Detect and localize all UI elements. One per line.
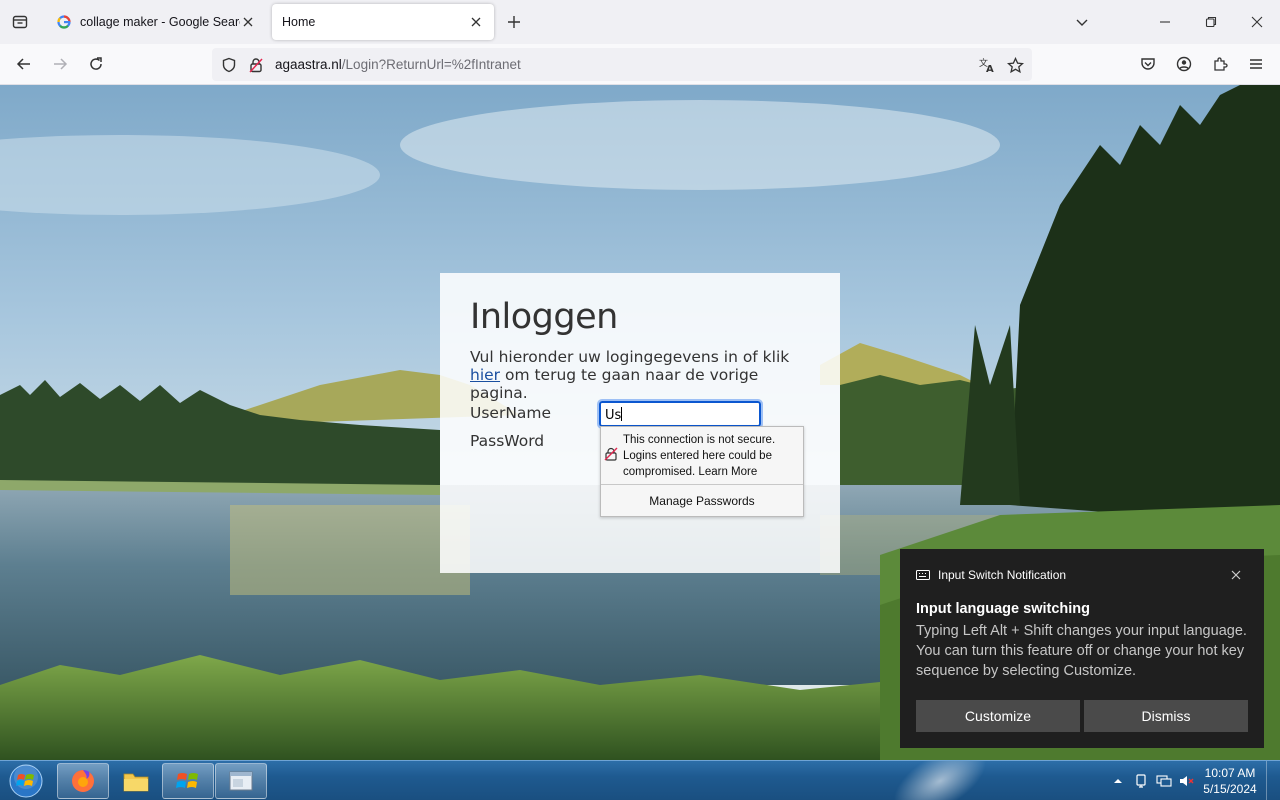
tab-home[interactable]: Home [272,4,494,40]
learn-more-link[interactable]: Learn More [698,466,757,478]
taskbar-windows-app[interactable] [162,763,214,799]
volume-muted-icon[interactable] [1179,773,1195,789]
pocket-button[interactable] [1134,50,1162,78]
username-label: UserName [470,404,552,422]
clock-date: 5/15/2024 [1203,782,1257,796]
window-app-icon [229,771,253,791]
insecure-lock-icon[interactable] [246,55,266,75]
tab-google-search[interactable]: collage maker - Google Search [46,4,266,40]
keyboard-icon [916,570,930,580]
intro-text-end: om terug te gaan naar de vorige pagina. [470,366,759,402]
menu-button[interactable] [1242,50,1270,78]
tab-list-icon [12,15,28,29]
taskbar-window-app[interactable] [215,763,267,799]
chevron-up-icon [1114,779,1122,783]
close-tab-icon[interactable] [468,14,484,30]
tab-bar: collage maker - Google Search Home [0,0,1280,44]
minimize-icon [1160,21,1170,23]
page-title: Inloggen [470,297,618,337]
file-explorer-icon [123,773,149,792]
close-tab-icon[interactable] [240,14,256,30]
windows-flag-icon [176,773,198,788]
url-path: /Login?ReturnUrl=%2fIntranet [341,57,521,72]
text-caret [621,407,623,421]
close-icon [1251,16,1263,28]
shield-icon[interactable] [219,55,239,75]
svg-text:A: A [986,64,994,74]
taskbar-file-explorer[interactable] [110,763,162,799]
chevron-down-icon [1076,19,1088,26]
account-icon [1176,56,1192,72]
network-icon[interactable] [1156,773,1172,789]
google-g-icon [56,14,72,30]
login-intro-text: Vul hieronder uw logingegevens in of kli… [470,348,820,402]
username-value: Us [605,408,622,423]
dismiss-button[interactable]: Dismiss [1084,700,1248,732]
close-notification-button[interactable] [1228,567,1244,583]
list-all-tabs-button[interactable] [1059,0,1105,44]
arrow-right-icon [54,58,68,70]
arrow-left-icon [16,58,30,70]
close-window-button[interactable] [1234,0,1280,44]
tab-title: collage maker - Google Search [80,15,240,29]
bookmark-star-icon[interactable] [1005,55,1025,75]
password-label: PassWord [470,432,545,450]
insecure-login-warning[interactable]: This connection is not secure. Logins en… [601,427,803,484]
customize-button[interactable]: Customize [916,700,1080,732]
show-hidden-icons-button[interactable] [1110,773,1126,789]
windows-start-orb-icon [9,764,43,798]
translate-icon[interactable]: 文A [977,55,997,75]
notification-body: Typing Left Alt + Shift changes your inp… [916,623,1247,679]
back-button[interactable] [10,50,38,78]
pocket-icon [1141,58,1155,70]
manage-passwords-button[interactable]: Manage Passwords [601,485,803,516]
forward-button[interactable] [46,50,74,78]
start-button[interactable] [6,762,46,800]
clock-time: 10:07 AM [1204,766,1256,780]
restore-button[interactable] [1188,0,1234,44]
restore-icon [1205,16,1217,28]
intro-text-start: Vul hieronder uw logingegevens in of kli… [470,348,790,366]
new-tab-button[interactable] [502,10,526,34]
notification-header: Input Switch Notification [916,568,1066,582]
tab-list-button[interactable] [0,0,40,44]
firefox-icon [72,770,94,792]
reload-button[interactable] [82,50,110,78]
back-link[interactable]: hier [470,366,500,384]
notification-app-name: Input Switch Notification [938,568,1067,582]
account-button[interactable] [1170,50,1198,78]
tab-title: Home [282,15,316,29]
taskbar: 10:07 AM 5/15/2024 [0,760,1280,800]
taskbar-clock[interactable]: 10:07 AM 5/15/2024 [1198,765,1262,797]
notification-title: Input language switching [916,601,1090,617]
close-icon [1231,570,1241,580]
puzzle-piece-icon [1214,57,1228,71]
show-desktop-button[interactable] [1266,761,1280,800]
hamburger-menu-icon [1250,59,1262,69]
url-domain: agaastra.nl [275,57,342,72]
taskbar-firefox[interactable] [57,763,109,799]
address-bar[interactable]: agaastra.nl/Login?ReturnUrl=%2fIntranet … [212,48,1032,81]
plus-icon [508,16,520,28]
username-input[interactable]: Us [597,399,763,429]
minimize-button[interactable] [1142,0,1188,44]
password-autocomplete-popup: This connection is not secure. Logins en… [600,426,804,517]
navigation-toolbar: agaastra.nl/Login?ReturnUrl=%2fIntranet … [0,44,1280,85]
insecure-lock-icon [604,447,618,466]
taskbar-glow [873,761,1007,800]
input-switch-notification: Input Switch Notification Input language… [900,549,1264,748]
tray-device-icon[interactable] [1133,773,1149,789]
reload-icon [90,57,102,70]
url-text: agaastra.nl/Login?ReturnUrl=%2fIntranet [275,57,521,72]
login-panel: Inloggen Vul hieronder uw logingegevens … [440,273,840,573]
extensions-button[interactable] [1206,50,1234,78]
